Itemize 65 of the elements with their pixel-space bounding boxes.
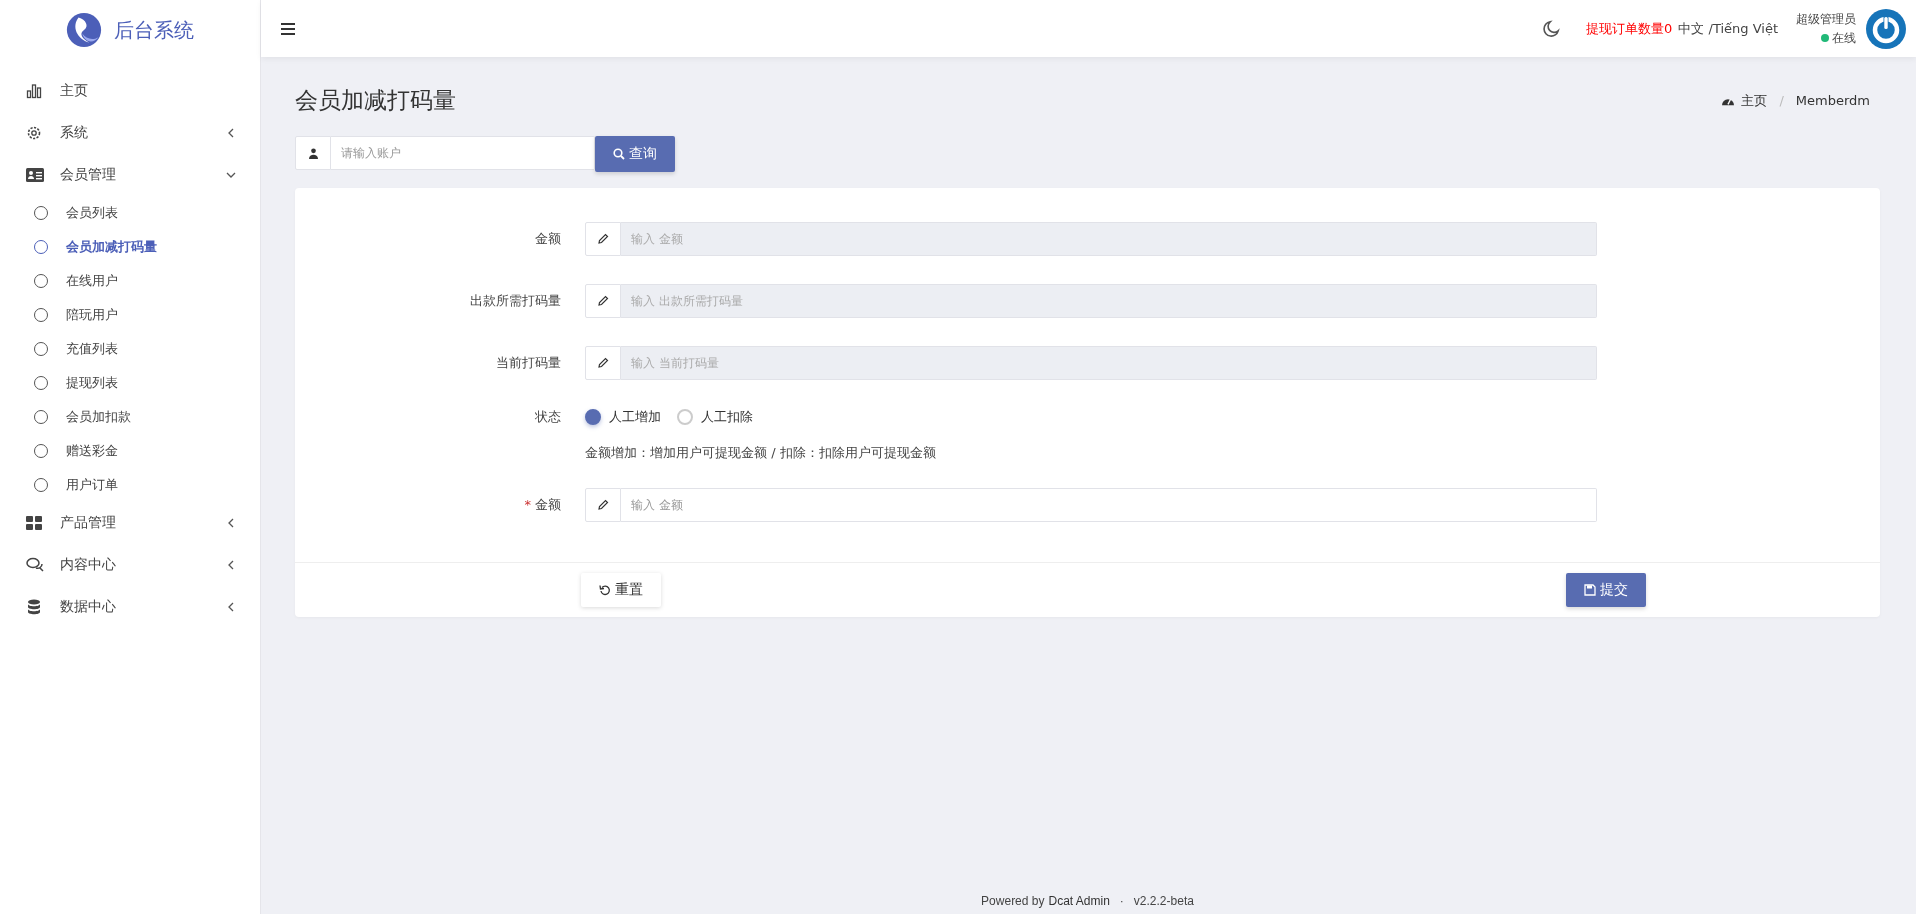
- breadcrumb-current: Memberdm: [1795, 93, 1870, 108]
- pencil-icon: [597, 357, 609, 369]
- submenu-item[interactable]: 赠送彩金: [0, 434, 260, 468]
- brand-title: 后台系统: [114, 16, 194, 44]
- database-icon: [26, 599, 42, 615]
- gear-icon: [26, 125, 42, 141]
- radio-option[interactable]: 人工增加: [585, 408, 661, 426]
- menu-item[interactable]: 内容中心: [0, 544, 260, 586]
- field-label: 当前打码量: [496, 355, 561, 370]
- user-status: 在线: [1832, 29, 1856, 47]
- submenu-item[interactable]: 陪玩用户: [0, 298, 260, 332]
- chevron-down-icon: [226, 170, 236, 180]
- footer-separator: ·: [1119, 894, 1124, 908]
- grid-icon: [26, 515, 42, 531]
- chevron-left-icon: [226, 128, 236, 138]
- undo-icon: [599, 584, 611, 596]
- chevron-left-icon: [226, 560, 236, 570]
- page-title: 会员加减打码量: [295, 86, 456, 115]
- menu-item[interactable]: 会员管理: [0, 154, 260, 196]
- pencil-icon: [597, 233, 609, 245]
- field-label: 出款所需打码量: [470, 293, 561, 308]
- menu-item[interactable]: 系统: [0, 112, 260, 154]
- chevron-left-icon: [226, 518, 236, 528]
- radio-option[interactable]: 人工扣除: [677, 408, 753, 426]
- breadcrumb-separator: /: [1779, 93, 1784, 108]
- chevron-left-icon: [226, 602, 236, 612]
- language-link[interactable]: 中文 /Tiếng Việt: [1678, 19, 1778, 38]
- account-search-field[interactable]: 请输入账户: [331, 136, 595, 170]
- search-button[interactable]: 查询: [595, 136, 675, 172]
- menu-item[interactable]: 产品管理: [0, 502, 260, 544]
- user-name: 超级管理员: [1796, 10, 1856, 28]
- menu-icon[interactable]: [281, 22, 295, 35]
- field-label: 金额: [535, 497, 561, 512]
- chat-icon: [26, 557, 44, 573]
- breadcrumb-link[interactable]: 主页: [1741, 91, 1768, 110]
- reset-button[interactable]: 重置: [581, 573, 661, 607]
- help-text: 金额增加：增加用户可提现金额 / 扣除：扣除用户可提现金额: [585, 444, 936, 462]
- text-field[interactable]: 输入 金额: [621, 488, 1597, 522]
- bar-chart-icon: [26, 83, 42, 99]
- submenu-item[interactable]: 用户订单: [0, 468, 260, 502]
- pencil-icon: [597, 499, 609, 511]
- footer-text: Powered by: [981, 894, 1045, 908]
- submenu-item[interactable]: 会员列表: [0, 196, 260, 230]
- submenu-item[interactable]: 提现列表: [0, 366, 260, 400]
- id-card-icon: [26, 168, 44, 182]
- footer-link[interactable]: Dcat Admin: [1048, 894, 1110, 908]
- menu-item[interactable]: 主页: [0, 70, 260, 112]
- submenu-item[interactable]: 会员加扣款: [0, 400, 260, 434]
- submenu-item[interactable]: 在线用户: [0, 264, 260, 298]
- menu-item[interactable]: 数据中心: [0, 586, 260, 628]
- user-icon: [308, 147, 318, 159]
- required-mark: *: [524, 497, 531, 512]
- search-icon: [613, 148, 625, 160]
- withdraw-count-link[interactable]: 提现订单数量0: [1586, 19, 1673, 38]
- save-icon: [1584, 584, 1596, 596]
- submenu-item[interactable]: 充值列表: [0, 332, 260, 366]
- logo-icon: [66, 12, 102, 48]
- version-text: v2.2.2-beta: [1133, 894, 1194, 908]
- field-label: 状态: [534, 408, 562, 426]
- moon-icon[interactable]: [1542, 19, 1561, 38]
- field-label: 金额: [535, 231, 561, 246]
- submenu-item[interactable]: 会员加减打码量: [0, 230, 260, 264]
- submit-button[interactable]: 提交: [1566, 573, 1646, 607]
- avatar-power-icon[interactable]: [1866, 8, 1906, 49]
- pencil-icon: [597, 295, 609, 307]
